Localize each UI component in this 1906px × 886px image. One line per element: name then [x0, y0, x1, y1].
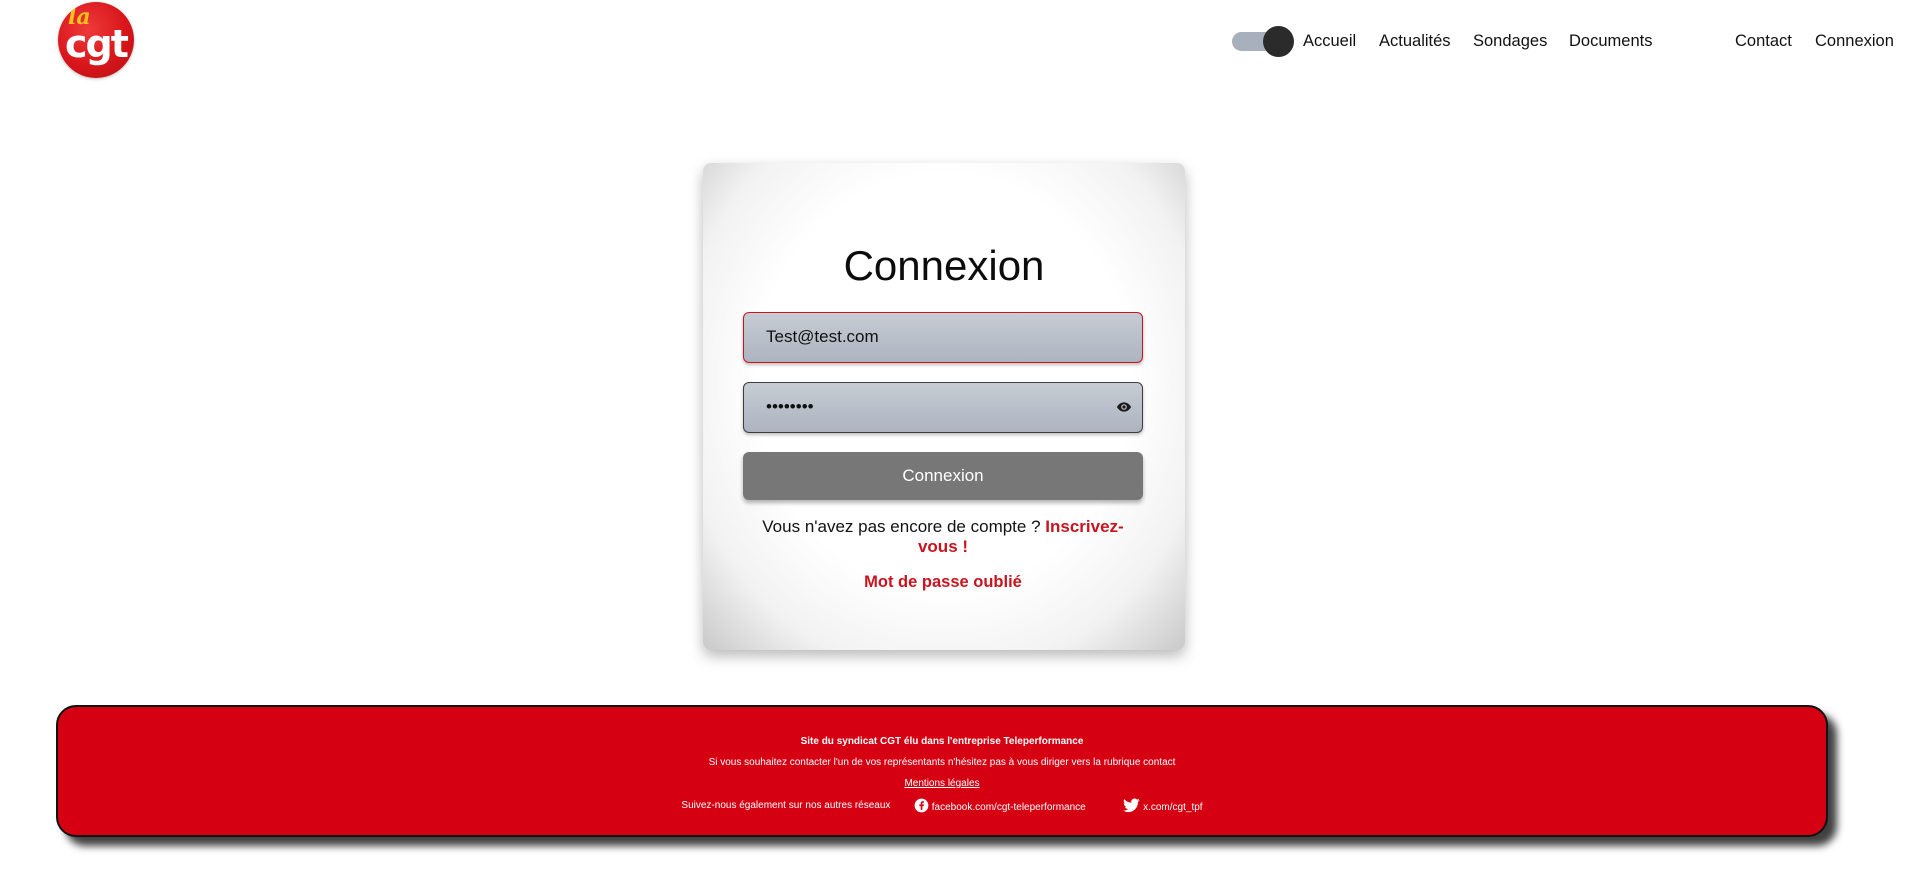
nav-contact[interactable]: Contact [1735, 32, 1792, 51]
signup-prompt-text: Vous n'avez pas encore de compte ? [762, 517, 1041, 536]
footer-line-1: Site du syndicat CGT élu dans l'entrepri… [800, 736, 1084, 747]
page: la cgt Accueil Actualités Sondages Docum… [0, 0, 1906, 886]
facebook-icon [914, 798, 932, 813]
social-intro: Suivez-nous également sur nos autres rés… [681, 800, 891, 811]
nav-sondages[interactable]: Sondages [1473, 32, 1547, 51]
nav-accueil[interactable]: Accueil [1303, 32, 1356, 51]
eye-icon[interactable] [1116, 399, 1132, 415]
signup-prompt: Vous n'avez pas encore de compte ? Inscr… [743, 517, 1143, 557]
password-field[interactable] [743, 382, 1143, 433]
legal-notice-link[interactable]: Mentions légales [904, 778, 979, 789]
nav-actualites[interactable]: Actualités [1379, 32, 1451, 51]
cgt-logo[interactable]: la cgt [58, 2, 134, 78]
twitter-link[interactable]: x.com/cgt_tpf [1123, 798, 1203, 813]
nav-documents[interactable]: Documents [1569, 32, 1652, 51]
theme-toggle[interactable] [1232, 26, 1294, 57]
twitter-link-text: x.com/cgt_tpf [1143, 802, 1203, 813]
footer-social: Suivez-nous également sur nos autres rés… [58, 798, 1826, 813]
footer-line-2: Si vous souhaitez contacter l'un de vos … [708, 757, 1176, 768]
toggle-knob [1263, 26, 1294, 57]
footer: Site du syndicat CGT élu dans l'entrepri… [56, 705, 1828, 837]
email-input[interactable] [766, 313, 1106, 361]
facebook-link[interactable]: facebook.com/cgt-teleperformance [914, 798, 1086, 813]
forgot-password-link[interactable]: Mot de passe oublié [743, 573, 1143, 592]
footer-legal: Mentions légales [58, 778, 1826, 789]
logo-main-text: cgt [65, 22, 129, 66]
password-input[interactable] [766, 383, 1106, 431]
login-card: Connexion Connexion Vous n'avez pas enco… [703, 163, 1185, 650]
facebook-link-text: facebook.com/cgt-teleperformance [931, 802, 1086, 813]
nav-connexion[interactable]: Connexion [1815, 32, 1894, 51]
email-field[interactable] [743, 312, 1143, 363]
twitter-icon [1123, 798, 1143, 813]
login-title: Connexion [843, 242, 1045, 289]
login-submit-button[interactable]: Connexion [743, 452, 1143, 500]
